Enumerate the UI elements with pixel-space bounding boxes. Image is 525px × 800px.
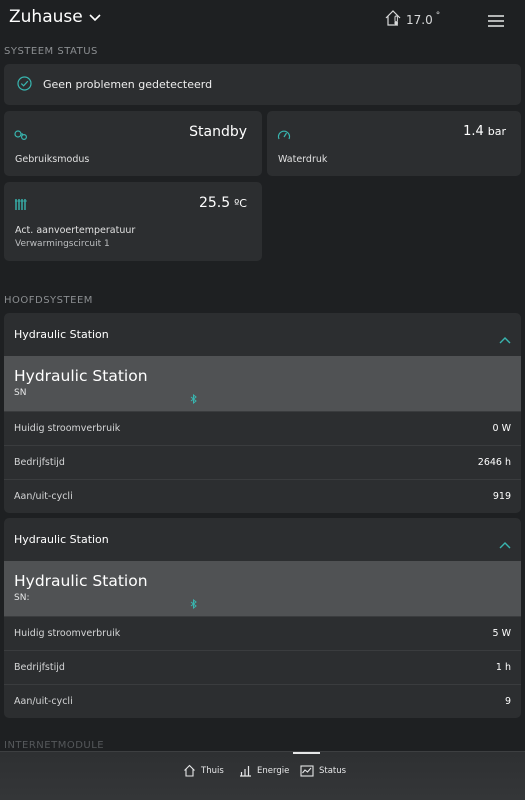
tab-label: Energie: [257, 765, 290, 776]
water-pressure-unit: bar: [487, 125, 506, 138]
chevron-down-icon: [89, 7, 101, 27]
row-value: 1 h: [495, 662, 511, 673]
bar-chart-icon: [240, 766, 251, 777]
tile-operating-mode[interactable]: Standby Gebruiksmodus: [4, 111, 262, 176]
row-label: Bedrijfstijd: [14, 457, 65, 468]
active-tab-indicator: [293, 752, 320, 754]
radiator-icon: [14, 196, 28, 215]
row-label: Bedrijfstijd: [14, 662, 65, 673]
serial-number-label: SN: [14, 388, 27, 398]
water-pressure-label: Waterdruk: [278, 154, 328, 165]
tile-supply-temperature[interactable]: 25.5 ºC Act. aanvoertemperatuur Verwarmin…: [4, 182, 262, 261]
supply-temp-label: Act. aanvoertemperatuur: [15, 225, 136, 236]
bottom-tab-bar: Thuis Energie Status: [0, 751, 525, 800]
status-ok-card[interactable]: Geen problemen gedetecteerd: [4, 64, 521, 105]
station-2-row-power: Huidig stroomverbruik 5 W: [4, 616, 521, 650]
row-value: 2646 h: [477, 457, 511, 468]
accordion-header-station-2[interactable]: Hydraulic Station: [4, 518, 521, 561]
supply-temp-unit: ºC: [234, 197, 247, 210]
row-label: Aan/uit-cycli: [14, 696, 73, 707]
tab-status[interactable]: Status: [300, 764, 346, 777]
supply-temp-value: 25.5: [198, 195, 231, 211]
station-2-row-cycles: Aan/uit-cycli 9: [4, 684, 521, 718]
tile-water-pressure[interactable]: 1.4 bar Waterdruk: [267, 111, 521, 176]
home-selector[interactable]: Zuhause: [9, 7, 101, 27]
station-2-row-runtime: Bedrijfstijd 1 h: [4, 650, 521, 684]
status-ok-text: Geen problemen gedetecteerd: [43, 78, 213, 91]
station-1-row-cycles: Aan/uit-cycli 919: [4, 479, 521, 513]
supply-temp-value-wrap: 25.5 ºC: [199, 195, 247, 211]
home-title: Zuhause: [9, 7, 83, 27]
operating-mode-label: Gebruiksmodus: [15, 154, 90, 165]
station-1-hero: Hydraulic Station SN: [4, 356, 521, 412]
supply-temp-sublabel: Verwarmingscircuit 1: [15, 239, 110, 249]
serial-number-label: SN:: [14, 593, 30, 603]
tab-home[interactable]: Thuis: [183, 764, 224, 777]
row-label: Aan/uit-cycli: [14, 491, 73, 502]
status-chart-icon: [300, 765, 314, 777]
row-value: 5 W: [492, 628, 511, 639]
degree-sign: °: [435, 10, 441, 21]
chevron-up-icon[interactable]: [499, 534, 511, 553]
home-icon: [184, 764, 195, 777]
station-1-row-runtime: Bedrijfstijd 2646 h: [4, 445, 521, 479]
row-label: Huidig stroomverbruik: [14, 423, 121, 434]
tab-energy[interactable]: Energie: [239, 764, 289, 777]
station-1-row-power: Huidig stroomverbruik 0 W: [4, 411, 521, 445]
water-pressure-value: 1.4: [463, 124, 484, 139]
operating-mode-value: Standby: [189, 124, 247, 140]
section-label-internet-module: INTERNETMODULE: [4, 740, 105, 751]
station-title: Hydraulic Station: [14, 367, 148, 385]
outside-temperature[interactable]: 17.0 °: [385, 10, 440, 29]
accordion-title: Hydraulic Station: [14, 328, 109, 341]
row-value: 9: [504, 696, 511, 707]
top-bar: Zuhause 17.0 °: [0, 0, 525, 38]
gauge-icon: [277, 126, 291, 145]
operating-mode-icon: [14, 126, 28, 145]
tab-label: Status: [319, 765, 347, 776]
water-pressure-value-wrap: 1.4 bar: [463, 124, 506, 139]
bluetooth-icon: [190, 594, 198, 613]
check-circle-icon: [17, 76, 32, 95]
station-title: Hydraulic Station: [14, 572, 148, 590]
section-label-system-status: SYSTEEM STATUS: [4, 46, 98, 57]
house-thermometer-icon: [385, 10, 403, 29]
chevron-up-icon[interactable]: [499, 329, 511, 348]
outside-temp-value: 17.0: [406, 12, 433, 27]
hamburger-menu-icon[interactable]: [488, 12, 504, 31]
row-label: Huidig stroomverbruik: [14, 628, 121, 639]
accordion-title: Hydraulic Station: [14, 533, 109, 546]
station-2-hero: Hydraulic Station SN:: [4, 561, 521, 617]
accordion-header-station-1[interactable]: Hydraulic Station: [4, 313, 521, 356]
bluetooth-icon: [190, 389, 198, 408]
row-value: 0 W: [492, 423, 511, 434]
section-label-main-system: HOOFDSYSTEEM: [4, 295, 93, 306]
tab-label: Thuis: [201, 765, 224, 776]
row-value: 919: [492, 491, 511, 502]
